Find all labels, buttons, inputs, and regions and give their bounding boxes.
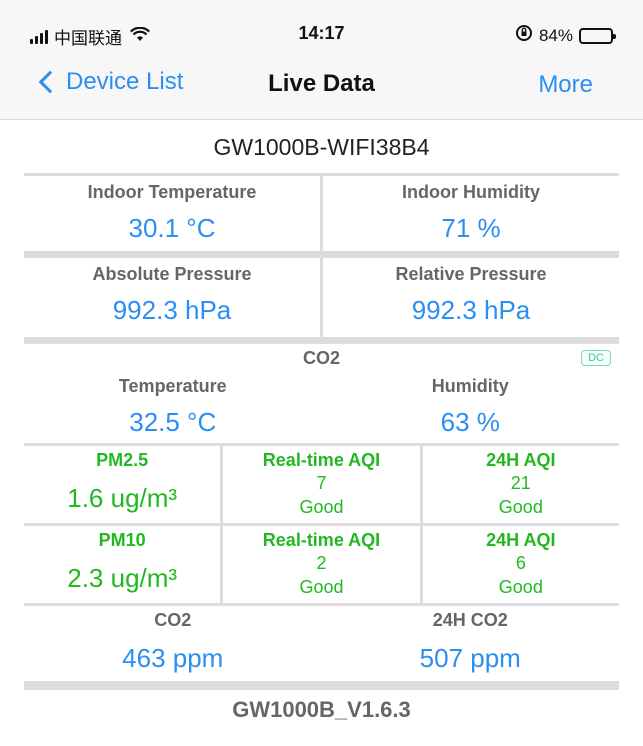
footer: GW1000B_V1.6.3 bbox=[24, 681, 619, 730]
relative-pressure-label: Relative Pressure bbox=[395, 264, 547, 284]
status-right: 84% bbox=[515, 24, 616, 47]
relative-pressure-cell: Relative Pressure 992.3 hPa bbox=[320, 258, 619, 337]
orientation-lock-icon bbox=[515, 24, 533, 47]
pm25-24h-aqi-value: 21 bbox=[510, 473, 531, 493]
pm10-24h-aqi-value: 6 bbox=[515, 553, 526, 573]
pm25-label: PM2.5 bbox=[96, 450, 149, 470]
pm25-24h-aqi-label: 24H AQI bbox=[486, 450, 556, 470]
co2-value: 463 ppm bbox=[122, 643, 224, 673]
co2-24h-cell: 24H CO2 507 ppm bbox=[322, 606, 620, 681]
pm10-row: PM10 2.3 ug/m³ Real-time AQI 2 Good 24H … bbox=[24, 523, 619, 603]
co2-humidity-label: Humidity bbox=[431, 376, 509, 396]
battery-icon bbox=[579, 27, 616, 44]
indoor-row: Indoor Temperature 30.1 °C Indoor Humidi… bbox=[24, 173, 619, 251]
pm25-realtime-aqi-label: Real-time AQI bbox=[262, 450, 381, 470]
live-data-content: GW1000B-WIFI38B4 Indoor Temperature 30.1… bbox=[24, 121, 619, 730]
co2-sensor-title: CO2 bbox=[302, 348, 340, 368]
dc-power-badge: DC bbox=[581, 350, 611, 366]
co2-humidity-cell: Humidity 63 % bbox=[322, 376, 620, 438]
pm10-24h-aqi-cell: 24H AQI 6 Good bbox=[419, 526, 619, 603]
co2-cell: CO2 463 ppm bbox=[24, 606, 322, 681]
battery-percent: 84% bbox=[538, 25, 573, 45]
pm10-24h-aqi-label: 24H AQI bbox=[486, 530, 556, 550]
absolute-pressure-value: 992.3 hPa bbox=[112, 295, 232, 325]
more-button[interactable]: More bbox=[538, 71, 593, 99]
co2-label: CO2 bbox=[154, 610, 192, 630]
pm10-realtime-aqi-cell: Real-time AQI 2 Good bbox=[220, 526, 419, 603]
absolute-pressure-label: Absolute Pressure bbox=[92, 264, 252, 284]
co2-temperature-value: 32.5 °C bbox=[129, 407, 217, 437]
pm10-realtime-aqi-label: Real-time AQI bbox=[262, 530, 381, 550]
absolute-pressure-cell: Absolute Pressure 992.3 hPa bbox=[24, 258, 320, 337]
indoor-temperature-value: 30.1 °C bbox=[128, 213, 216, 243]
indoor-humidity-label: Indoor Humidity bbox=[402, 182, 540, 202]
pm10-realtime-aqi-status: Good bbox=[299, 577, 344, 597]
pressure-row: Absolute Pressure 992.3 hPa Relative Pre… bbox=[24, 251, 619, 337]
device-name: GW1000B-WIFI38B4 bbox=[213, 134, 430, 160]
co2-row: CO2 463 ppm 24H CO2 507 ppm bbox=[24, 603, 619, 681]
co2-humidity-value: 63 % bbox=[440, 407, 500, 437]
navigation-bar: Device List Live Data More bbox=[0, 56, 643, 120]
pm25-row: PM2.5 1.6 ug/m³ Real-time AQI 7 Good 24H… bbox=[24, 443, 619, 523]
pm10-24h-aqi-status: Good bbox=[498, 577, 543, 597]
pm25-realtime-aqi-cell: Real-time AQI 7 Good bbox=[220, 446, 419, 523]
pm25-realtime-aqi-value: 7 bbox=[316, 473, 327, 493]
co2-temperature-label: Temperature bbox=[118, 376, 227, 396]
co2-sensor-block: CO2 DC Temperature 32.5 °C Humidity 63 % bbox=[24, 337, 619, 443]
indoor-humidity-cell: Indoor Humidity 71 % bbox=[320, 176, 619, 251]
pm10-label: PM10 bbox=[98, 530, 146, 550]
co2-24h-value: 507 ppm bbox=[419, 643, 521, 673]
pm10-realtime-aqi-value: 2 bbox=[316, 553, 327, 573]
pm10-value: 2.3 ug/m³ bbox=[67, 563, 178, 593]
pm25-24h-aqi-status: Good bbox=[498, 497, 543, 517]
indoor-temperature-cell: Indoor Temperature 30.1 °C bbox=[24, 176, 320, 251]
pm25-24h-aqi-cell: 24H AQI 21 Good bbox=[419, 446, 619, 523]
indoor-humidity-value: 71 % bbox=[441, 213, 501, 243]
pm25-cell: PM2.5 1.6 ug/m³ bbox=[24, 446, 220, 523]
pm25-realtime-aqi-status: Good bbox=[299, 497, 344, 517]
firmware-version: GW1000B_V1.6.3 bbox=[232, 697, 411, 722]
co2-24h-label: 24H CO2 bbox=[432, 610, 508, 630]
pm10-cell: PM10 2.3 ug/m³ bbox=[24, 526, 220, 603]
pm25-value: 1.6 ug/m³ bbox=[67, 483, 178, 513]
indoor-temperature-label: Indoor Temperature bbox=[87, 182, 257, 202]
co2-temperature-cell: Temperature 32.5 °C bbox=[24, 376, 322, 438]
relative-pressure-value: 992.3 hPa bbox=[411, 295, 531, 325]
